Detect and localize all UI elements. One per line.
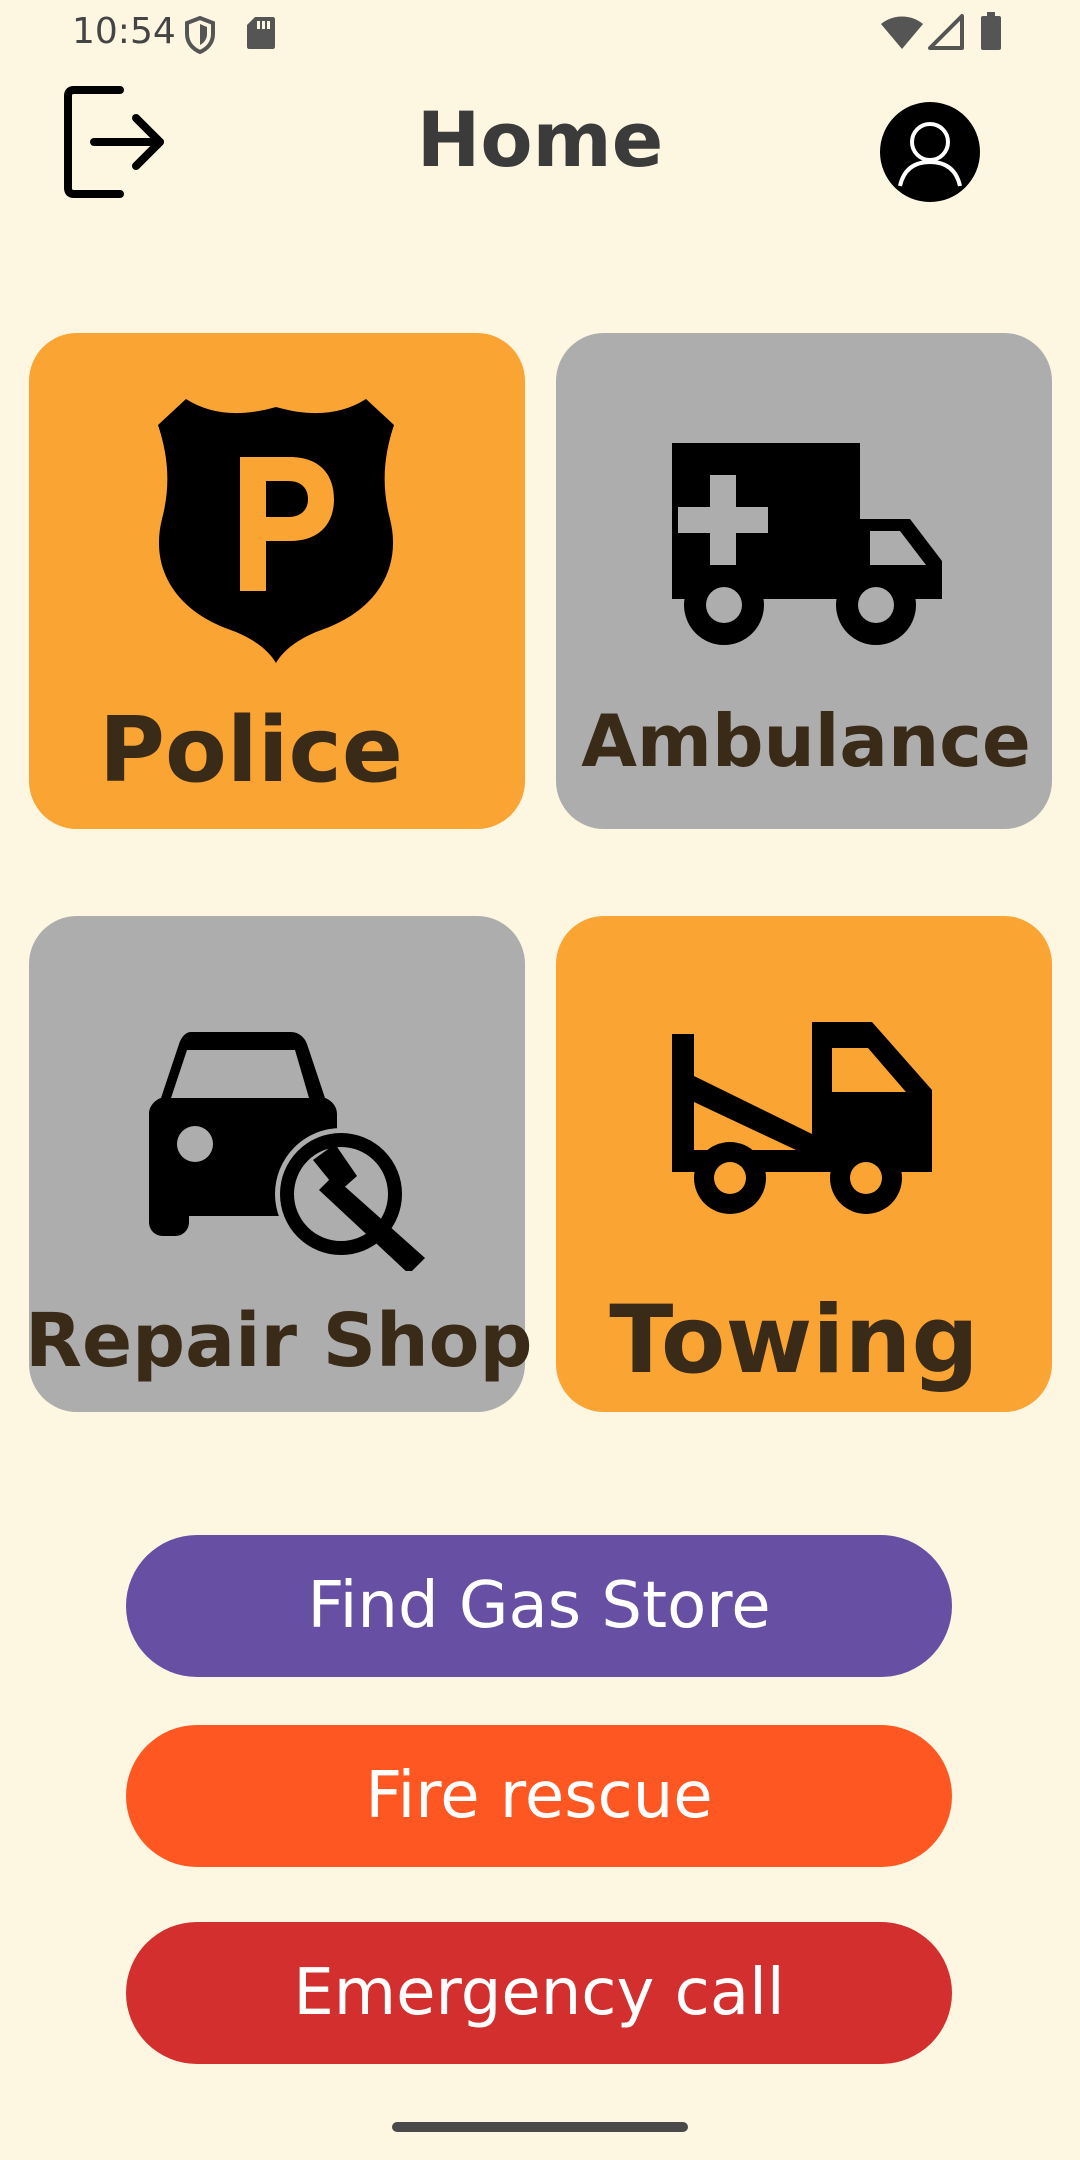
- towing-tile[interactable]: Towing: [556, 916, 1052, 1412]
- ambulance-icon: [672, 443, 942, 645]
- car-repair-icon: [149, 1032, 425, 1271]
- tile-label-repair-shop: Repair Shop: [25, 1298, 533, 1384]
- tile-label-towing: Towing: [609, 1286, 979, 1395]
- find-gas-store-button[interactable]: Find Gas Store: [126, 1535, 952, 1677]
- shield-icon: [185, 16, 215, 54]
- user-avatar-icon: [880, 102, 980, 202]
- wifi-icon: [881, 16, 923, 49]
- profile-button[interactable]: [878, 100, 982, 204]
- emergency-call-button[interactable]: Emergency call: [126, 1922, 952, 2064]
- repair-shop-tile[interactable]: Repair Shop: [25, 916, 533, 1412]
- status-bar: 10:54: [0, 0, 1080, 66]
- battery-icon: [981, 12, 1001, 50]
- fire-rescue-button[interactable]: Fire rescue: [126, 1725, 952, 1867]
- home-screen: 10:54 Home Police Ambulance Repair Shop …: [0, 0, 1080, 2160]
- police-tile[interactable]: Police: [29, 333, 525, 829]
- sd-card-icon: [247, 17, 275, 49]
- ambulance-tile[interactable]: Ambulance: [556, 333, 1052, 829]
- status-time: 10:54: [72, 11, 176, 52]
- home-indicator[interactable]: [392, 2122, 688, 2132]
- tile-label-police: Police: [99, 698, 403, 803]
- tow-truck-icon: [672, 1022, 932, 1214]
- tile-label-ambulance: Ambulance: [581, 699, 1031, 783]
- cell-signal-icon: [928, 14, 964, 50]
- police-badge-icon: [158, 399, 394, 663]
